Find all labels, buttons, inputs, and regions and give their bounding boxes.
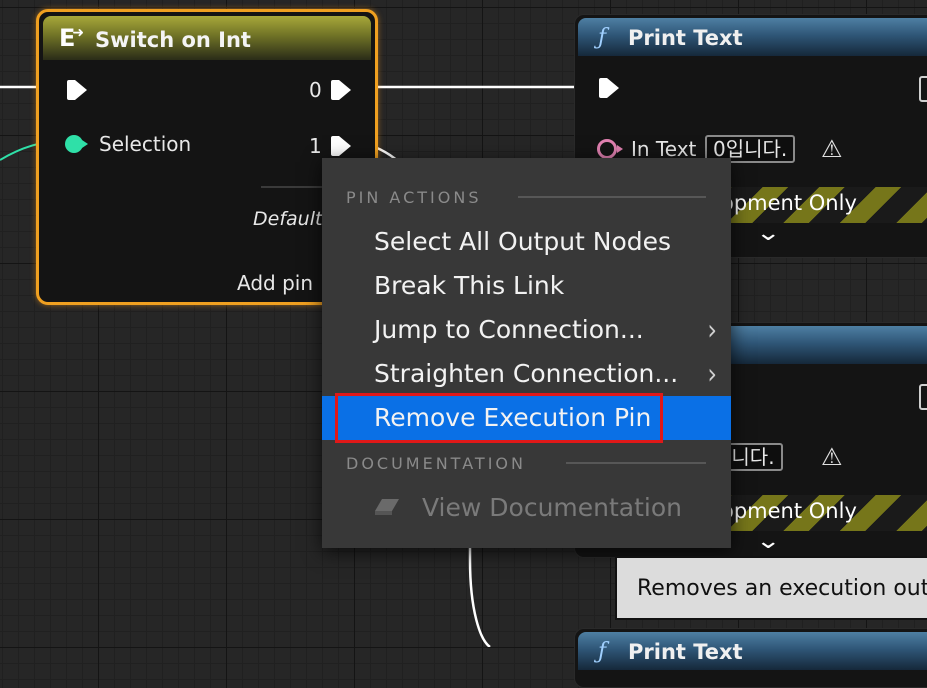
print-exec-input-pin[interactable] [599, 78, 619, 98]
section-divider [566, 462, 706, 464]
menu-item-label: Select All Output Nodes [374, 227, 672, 256]
print-text-node-3[interactable]: ƒ Print Text [574, 628, 927, 688]
print-node-header[interactable]: ƒ Print Text [578, 632, 927, 670]
menu-item-jump-to-connection[interactable]: Jump to Connection... › [322, 308, 731, 352]
default-pin-label: Default [253, 208, 323, 230]
tooltip-text: Removes an execution outp [637, 576, 927, 601]
out-1-label: 1 [309, 134, 322, 158]
pin-context-menu[interactable]: PIN ACTIONS Select All Output Nodes Brea… [322, 158, 731, 548]
chevron-down-icon[interactable]: ⌄ [755, 221, 781, 246]
print-node-header[interactable]: ƒ Print Text [578, 18, 927, 56]
switch-node-title: Switch on Int [95, 28, 251, 52]
out-0-label: 0 [309, 78, 322, 102]
warning-icon: ⚠ [821, 135, 843, 163]
section-divider [518, 196, 706, 198]
development-only-label: opment Only [721, 499, 857, 523]
print-exec-output-pin[interactable] [919, 384, 927, 410]
chevron-right-icon: › [707, 313, 717, 347]
documentation-header: DOCUMENTATION [346, 454, 526, 473]
menu-item-view-documentation[interactable]: View Documentation [322, 486, 731, 530]
chevron-down-icon[interactable]: ⌄ [755, 529, 781, 554]
menu-item-straighten-connection[interactable]: Straighten Connection... › [322, 352, 731, 396]
function-icon: ƒ [598, 639, 607, 664]
print-node-title: Print Text [628, 26, 743, 50]
menu-item-label: View Documentation [422, 493, 682, 522]
development-only-label: opment Only [721, 191, 857, 215]
pin-actions-header: PIN ACTIONS [346, 188, 482, 207]
function-icon: ƒ [598, 25, 607, 50]
switch-node-header[interactable]: E➜ Switch on Int [43, 16, 371, 60]
in-text-pin[interactable] [597, 139, 623, 159]
node-divider [261, 186, 331, 188]
eraser-icon [375, 499, 399, 515]
add-pin-button[interactable]: Add pin [237, 271, 313, 295]
exec-output-pin-0[interactable] [331, 80, 351, 100]
exec-input-pin[interactable] [67, 80, 87, 100]
menu-item-select-all-output-nodes[interactable]: Select All Output Nodes [322, 220, 731, 264]
menu-item-label: Jump to Connection... [374, 315, 644, 344]
tooltip: Removes an execution outp [615, 556, 927, 620]
chevron-right-icon: › [707, 357, 717, 391]
exec-output-pin-1[interactable] [331, 136, 351, 156]
selection-pin[interactable] [65, 135, 88, 153]
selection-label: Selection [99, 132, 192, 156]
menu-item-remove-execution-pin[interactable]: Remove Execution Pin [322, 393, 731, 443]
annotation-highlight-box [335, 393, 663, 443]
print-node-title: Print Text [628, 640, 743, 664]
warning-icon: ⚠ [821, 443, 843, 471]
menu-item-break-this-link[interactable]: Break This Link [322, 264, 731, 308]
print-exec-output-pin[interactable] [919, 76, 927, 102]
switch-node-icon: E➜ [59, 24, 85, 52]
menu-item-label: Break This Link [374, 271, 565, 300]
menu-item-label: Straighten Connection... [374, 359, 679, 388]
